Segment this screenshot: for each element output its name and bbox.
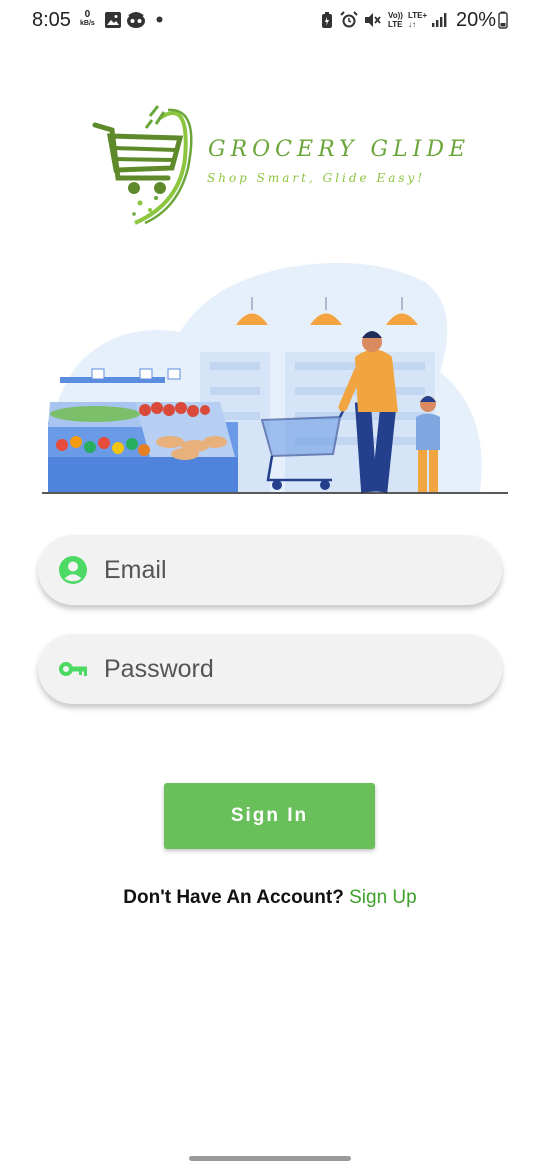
lte-plus-label: LTE+ xyxy=(408,11,428,20)
lte-plus-indicator: LTE+ ↓↑ xyxy=(408,11,427,29)
brand-tagline: Shop Smart, Glide Easy! xyxy=(207,171,426,185)
password-field[interactable] xyxy=(38,634,502,704)
status-bar: 8:05 0 kB/s Vo)) LTE LTE+ ↓↑ 20% xyxy=(0,0,540,42)
signal-strength-icon xyxy=(432,13,447,27)
password-input[interactable] xyxy=(104,634,474,704)
battery-percent: 20% xyxy=(455,9,496,31)
status-time: 8:05 xyxy=(32,9,71,31)
key-icon xyxy=(59,662,87,676)
brand-title: GROCERY GLIDE xyxy=(208,137,471,162)
gallery-icon xyxy=(105,12,121,28)
battery-saver-icon xyxy=(322,12,332,28)
grocery-glide-logo xyxy=(92,105,193,225)
account-circle-icon xyxy=(59,556,87,584)
volte-label: Vo)) xyxy=(388,11,403,20)
battery-icon xyxy=(498,11,508,29)
app-notification-icon xyxy=(127,12,145,28)
net-speed-unit: kB/s xyxy=(80,20,95,27)
email-input[interactable] xyxy=(104,535,474,605)
sign-up-link[interactable]: Sign Up xyxy=(349,887,417,908)
data-arrows-icon: ↓↑ xyxy=(408,20,416,29)
lte-label: LTE xyxy=(388,20,403,29)
net-speed-value: 0 xyxy=(84,9,91,20)
volte-indicator: Vo)) LTE xyxy=(388,11,403,29)
mute-icon xyxy=(365,13,381,27)
sign-in-button[interactable]: Sign In xyxy=(164,783,375,849)
home-indicator[interactable] xyxy=(189,1156,351,1161)
signup-prompt: Don't Have An Account? xyxy=(123,887,344,908)
email-field[interactable] xyxy=(38,535,502,605)
alarm-icon xyxy=(340,11,358,28)
signup-row: Don't Have An Account? Sign Up xyxy=(0,887,540,909)
more-notifications-dot-icon xyxy=(156,16,163,23)
grocery-store-illustration xyxy=(42,262,508,494)
net-speed-indicator: 0 kB/s xyxy=(80,10,95,28)
